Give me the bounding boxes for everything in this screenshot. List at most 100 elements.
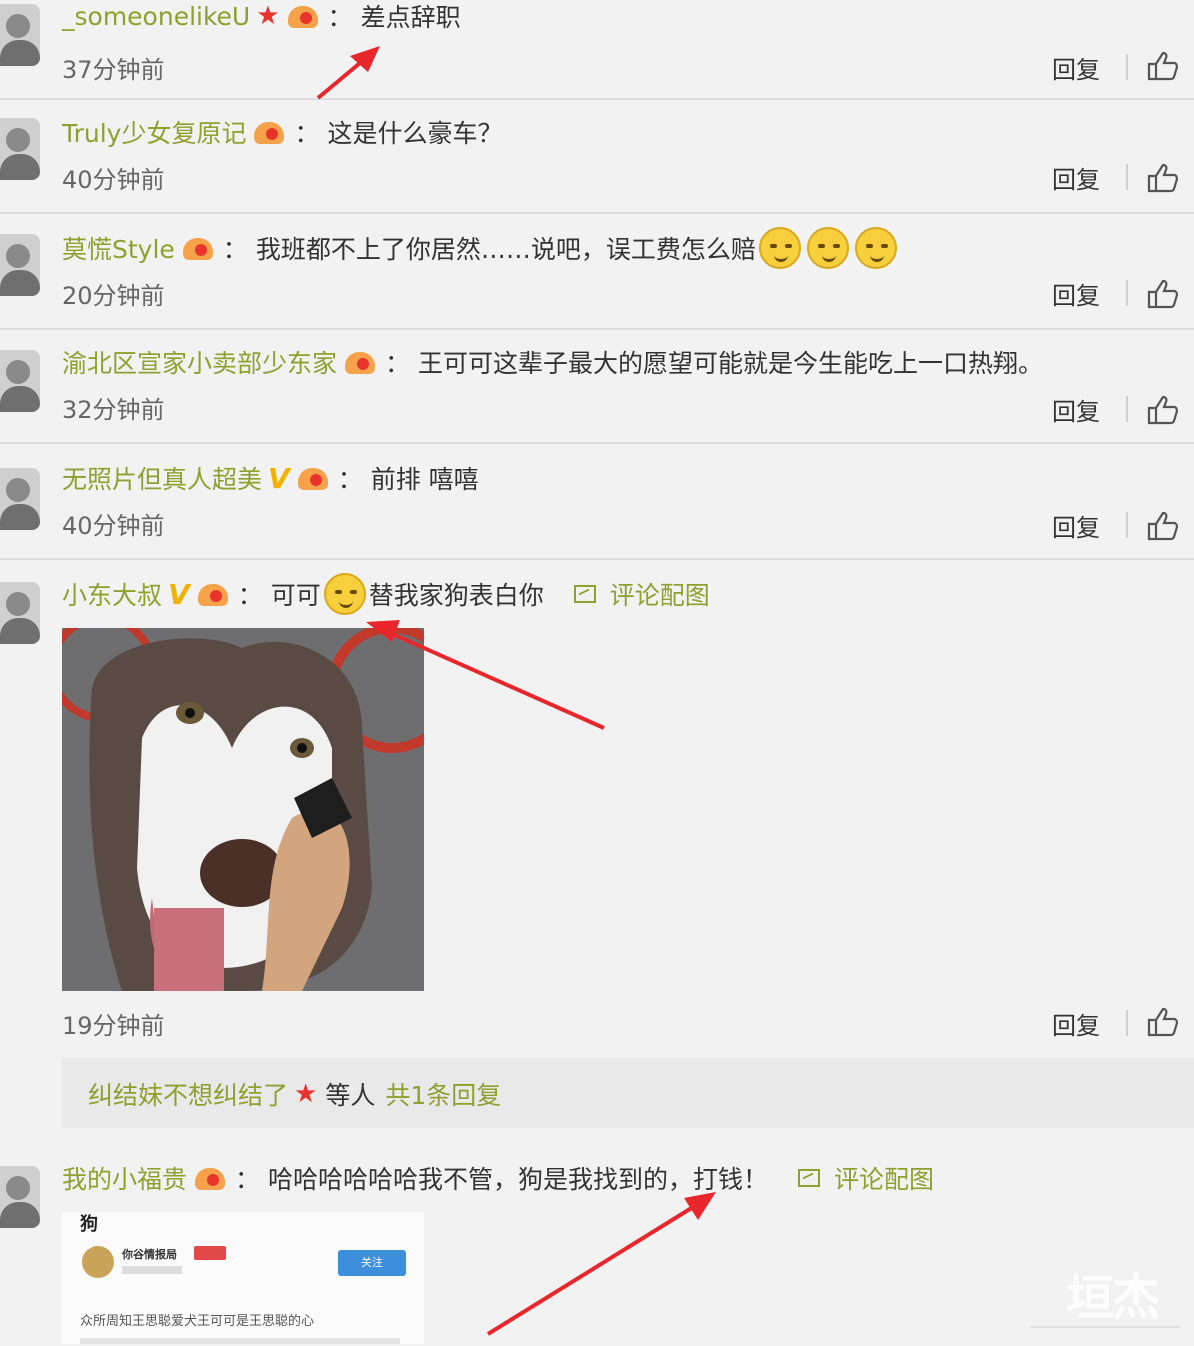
fan-badge-icon bbox=[343, 348, 377, 376]
divider bbox=[0, 212, 1194, 214]
avatar[interactable] bbox=[0, 234, 40, 296]
comment-2: Truly少女复原记 ： 这是什么豪车？ 40分钟前 回复 bbox=[0, 112, 1194, 212]
comment-text: 可可 bbox=[270, 581, 321, 610]
comment-image-link[interactable]: 评论配图 bbox=[573, 576, 710, 612]
comment-text: 我班都不上了你居然……说吧，误工费怎么赔 bbox=[255, 235, 756, 264]
comment-5: 无照片但真人超美 V ： 前排 嘻嘻 40分钟前 回复 bbox=[0, 458, 1194, 558]
reply-thread-count[interactable]: 共1条回复 bbox=[385, 1076, 501, 1112]
divider bbox=[0, 442, 1194, 444]
reply-button[interactable]: 回复 bbox=[1052, 160, 1100, 195]
divider bbox=[0, 98, 1194, 100]
star-badge-icon: ★ bbox=[294, 1079, 318, 1109]
username[interactable]: 无照片但真人超美 bbox=[62, 460, 262, 496]
avatar[interactable] bbox=[0, 4, 40, 66]
avatar[interactable] bbox=[0, 118, 40, 180]
thumbs-up-icon[interactable] bbox=[1146, 162, 1180, 194]
cat-emoji-icon bbox=[758, 227, 801, 269]
separator bbox=[1126, 1010, 1128, 1036]
divider bbox=[0, 558, 1194, 560]
comment-text: 前排 嘻嘻 bbox=[370, 465, 479, 494]
card-title: 狗 bbox=[80, 1214, 98, 1235]
follow-button[interactable]: 关注 bbox=[338, 1250, 406, 1276]
comment-image-label: 评论配图 bbox=[609, 581, 710, 610]
thumbs-up-icon[interactable] bbox=[1146, 50, 1180, 82]
card-source: 你谷情报局 bbox=[122, 1248, 177, 1261]
reply-thread-user[interactable]: 纠结妹不想纠结了 bbox=[88, 1076, 288, 1112]
card-meta bbox=[122, 1266, 182, 1274]
username[interactable]: _someonelikeU bbox=[62, 2, 250, 31]
image-icon bbox=[798, 1169, 821, 1187]
timestamp: 40分钟前 bbox=[62, 512, 165, 540]
thumbs-up-icon[interactable] bbox=[1146, 394, 1180, 426]
husky-photo-icon bbox=[62, 628, 424, 991]
fan-badge-icon bbox=[286, 2, 320, 30]
fan-badge-icon bbox=[181, 234, 215, 262]
avatar[interactable] bbox=[0, 582, 40, 644]
comment-text: 王可可这辈子最大的愿望可能就是今生能吃上一口热翔。 bbox=[418, 349, 1044, 378]
username[interactable]: 小东大叔 bbox=[62, 576, 162, 612]
reply-button[interactable]: 回复 bbox=[1052, 50, 1100, 85]
thumbs-up-icon[interactable] bbox=[1146, 1006, 1180, 1038]
verified-v-icon: V bbox=[268, 461, 290, 495]
avatar[interactable] bbox=[0, 1166, 40, 1228]
comment-text: 哈哈哈哈哈哈我不管，狗是我找到的，打钱！ bbox=[268, 1165, 769, 1194]
comment-image-label: 评论配图 bbox=[834, 1165, 935, 1194]
avatar[interactable] bbox=[0, 350, 40, 412]
source-logo-icon bbox=[82, 1246, 114, 1278]
comment-7: 我的小福贵 ： 哈哈哈哈哈哈我不管，狗是我找到的，打钱！ 评论配图 bbox=[0, 1156, 1194, 1228]
fan-badge-icon bbox=[252, 118, 286, 146]
comment-image-dog[interactable] bbox=[62, 628, 424, 991]
colon: ： bbox=[235, 1165, 261, 1194]
reply-button[interactable]: 回复 bbox=[1052, 276, 1100, 311]
reply-button[interactable]: 回复 bbox=[1052, 508, 1100, 543]
reply-thread[interactable]: 纠结妹不想纠结了 ★ 等人 共1条回复 bbox=[62, 1058, 1194, 1128]
reply-thread-middle: 等人 bbox=[325, 1081, 376, 1110]
reply-button[interactable]: 回复 bbox=[1052, 392, 1100, 427]
separator bbox=[1126, 164, 1128, 190]
comment-image-link[interactable]: 评论配图 bbox=[798, 1160, 934, 1196]
timestamp: 37分钟前 bbox=[62, 56, 165, 84]
card-body-line bbox=[80, 1338, 400, 1344]
separator bbox=[1126, 54, 1128, 80]
separator bbox=[1126, 280, 1128, 306]
comment-text: 替我家狗表白你 bbox=[368, 581, 544, 610]
card-body: 众所周知王思聪爱犬王可可是王思聪的心 bbox=[80, 1314, 315, 1329]
thumbs-up-icon[interactable] bbox=[1146, 510, 1180, 542]
colon: ： bbox=[385, 349, 411, 378]
timestamp: 19分钟前 bbox=[62, 1012, 165, 1040]
comment-3: 莫慌Style ： 我班都不上了你居然……说吧，误工费怎么赔 20分钟前 回复 bbox=[0, 227, 1194, 328]
fan-badge-icon bbox=[193, 1164, 227, 1192]
comment-1: _someonelikeU ★ ： 差点辞职 37分钟前 回复 bbox=[0, 0, 1194, 98]
colon: ： bbox=[337, 465, 363, 494]
username[interactable]: 我的小福贵 bbox=[62, 1160, 187, 1196]
cat-emoji-icon bbox=[854, 227, 897, 269]
verified-v-icon: V bbox=[168, 577, 190, 611]
colon: ： bbox=[222, 235, 248, 264]
cat-emoji-icon bbox=[806, 227, 849, 269]
cat-emoji-icon bbox=[323, 573, 366, 615]
thumbs-up-icon[interactable] bbox=[1146, 278, 1180, 310]
timestamp: 32分钟前 bbox=[62, 396, 165, 424]
watermark: 垣杰 bbox=[1066, 1270, 1160, 1326]
username[interactable]: 渝北区宣家小卖部少东家 bbox=[62, 344, 337, 380]
colon: ： bbox=[294, 119, 320, 148]
separator bbox=[1126, 396, 1128, 422]
image-icon bbox=[573, 585, 596, 603]
username[interactable]: 莫慌Style bbox=[62, 230, 175, 266]
comment-text: 这是什么豪车？ bbox=[327, 119, 503, 148]
comment-text: 差点辞职 bbox=[360, 3, 461, 32]
watermark-line bbox=[1030, 1326, 1180, 1346]
avatar[interactable] bbox=[0, 468, 40, 530]
username[interactable]: Truly少女复原记 bbox=[62, 114, 246, 150]
fan-badge-icon bbox=[296, 464, 330, 492]
fan-badge-icon bbox=[196, 580, 230, 608]
separator bbox=[1126, 512, 1128, 538]
star-badge-icon: ★ bbox=[256, 1, 280, 31]
reply-button[interactable]: 回复 bbox=[1052, 1006, 1100, 1041]
colon: ： bbox=[327, 3, 353, 32]
comment-image-card[interactable]: 狗 你谷情报局 关注 众所周知王思聪爱犬王可可是王思聪的心 bbox=[62, 1212, 424, 1344]
timestamp: 20分钟前 bbox=[62, 282, 165, 310]
comment-4: 渝北区宣家小卖部少东家 ： 王可可这辈子最大的愿望可能就是今生能吃上一口热翔。 … bbox=[0, 342, 1194, 442]
timestamp: 40分钟前 bbox=[62, 166, 165, 194]
source-tag bbox=[194, 1246, 226, 1260]
